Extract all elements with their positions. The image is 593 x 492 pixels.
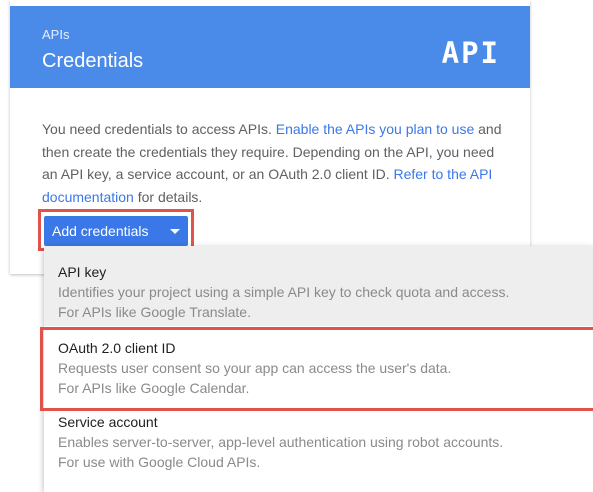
add-credentials-button[interactable]: Add credentials (44, 216, 188, 246)
menu-item-usage: For APIs like Google Translate. (58, 304, 251, 320)
breadcrumb[interactable]: APIs (42, 27, 69, 42)
card-header: APIs Credentials API (10, 6, 530, 88)
menu-item-usage: For use with Google Cloud APIs. (58, 454, 261, 470)
caret-down-icon (170, 229, 180, 234)
menu-item-service-account[interactable]: Service account Enables server-to-server… (58, 412, 503, 472)
description-text-1: You need credentials to access APIs. (42, 121, 276, 137)
page-title: Credentials (42, 50, 144, 72)
menu-item-description: Enables server-to-server, app-level auth… (58, 434, 504, 450)
menu-item-title: Service account (58, 414, 158, 430)
oauth-option-highlight (40, 327, 593, 411)
api-logo-icon: API (441, 36, 500, 70)
add-credentials-label: Add credentials (52, 223, 149, 239)
menu-item-title: API key (58, 264, 107, 280)
menu-item-api-key[interactable]: API key Identifies your project using a … (58, 262, 509, 322)
enable-apis-link[interactable]: Enable the APIs you plan to use (276, 121, 474, 137)
menu-item-description: Identifies your project using a simple A… (58, 284, 510, 300)
description-text-3: for details. (133, 188, 203, 205)
description-text: You need credentials to access APIs. Ena… (42, 118, 512, 208)
